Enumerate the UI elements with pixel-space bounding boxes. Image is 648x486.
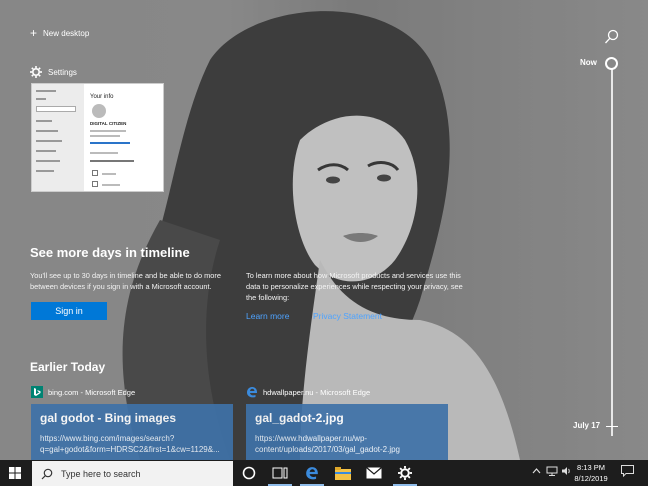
network-icon[interactable] [546, 466, 558, 478]
mail-icon[interactable] [364, 463, 384, 483]
file-explorer-icon[interactable] [333, 463, 353, 483]
plus-icon: + [30, 26, 38, 40]
settings-window-header: Settings [30, 66, 77, 78]
settings-taskbar-icon[interactable] [395, 463, 415, 483]
card-source-label: hdwallpaper.nu - Microsoft Edge [263, 387, 371, 397]
timeline-date-tick [606, 426, 618, 427]
thumbnail-sidebar [32, 84, 84, 191]
timeline-scrollbar[interactable] [611, 64, 613, 436]
clock-time: 8:13 PM [577, 463, 605, 472]
timeline-search-icon[interactable] [604, 29, 620, 45]
earlier-today-heading: Earlier Today [30, 360, 106, 374]
chevron-up-icon[interactable] [532, 466, 541, 476]
action-center-icon[interactable] [621, 465, 634, 479]
settings-window-title: Settings [48, 67, 77, 77]
promo-title: See more days in timeline [30, 245, 190, 260]
new-desktop-button[interactable]: + New desktop [30, 26, 90, 40]
windows-start-icon[interactable] [9, 467, 21, 479]
activity-card-hdwallpaper[interactable]: gal_gadot-2.jpg https://www.hdwallpaper.… [246, 404, 448, 460]
promo-text: You'll see up to 30 days in timeline and… [30, 271, 221, 291]
cortana-icon[interactable] [239, 463, 259, 483]
activity-card-url: https://www.bing.com/images/search?q=gal… [40, 434, 220, 454]
timeline-date-label[interactable]: July 17 [573, 421, 600, 430]
gear-icon [30, 66, 42, 78]
activity-card-title: gal_gadot-2.jpg [255, 411, 344, 425]
search-icon [41, 468, 53, 479]
activity-card-url: https://www.hdwallpaper.nu/wp-content/up… [255, 434, 401, 454]
timeline-now-label: Now [580, 58, 597, 67]
taskbar-search-placeholder: Type here to search [61, 468, 141, 479]
learn-more-link[interactable]: Learn more [246, 311, 289, 321]
task-view-icon[interactable] [270, 463, 290, 483]
sign-in-button[interactable]: Sign in [31, 302, 107, 320]
volume-icon[interactable] [561, 466, 572, 478]
taskbar-search-box[interactable]: Type here to search [32, 461, 233, 486]
timeline-now-marker[interactable] [605, 57, 618, 70]
privacy-statement-link[interactable]: Privacy Statement [313, 311, 382, 321]
edge-icon [247, 387, 257, 398]
thumbnail-subheading: DIGITAL CITIZEN [90, 121, 127, 126]
bing-icon [31, 386, 43, 398]
thumbnail-heading: Your info [90, 94, 114, 100]
new-desktop-label: New desktop [43, 28, 90, 38]
card-source-2: hdwallpaper.nu - Microsoft Edge [246, 386, 370, 398]
activity-card-title: gal godot - Bing images [40, 411, 177, 425]
clock-date: 8/12/2019 [574, 474, 608, 483]
card-source-1: bing.com - Microsoft Edge [31, 386, 135, 398]
card-source-label: bing.com - Microsoft Edge [48, 387, 136, 397]
activity-card-bing[interactable]: gal godot - Bing images https://www.bing… [31, 404, 233, 460]
taskbar-clock[interactable]: 8:13 PM 8/12/2019 [572, 462, 610, 484]
edge-taskbar-icon[interactable] [302, 463, 322, 483]
privacy-text: To learn more about how Microsoft produc… [246, 271, 463, 302]
settings-window-thumbnail[interactable]: Your info DIGITAL CITIZEN [31, 83, 164, 192]
